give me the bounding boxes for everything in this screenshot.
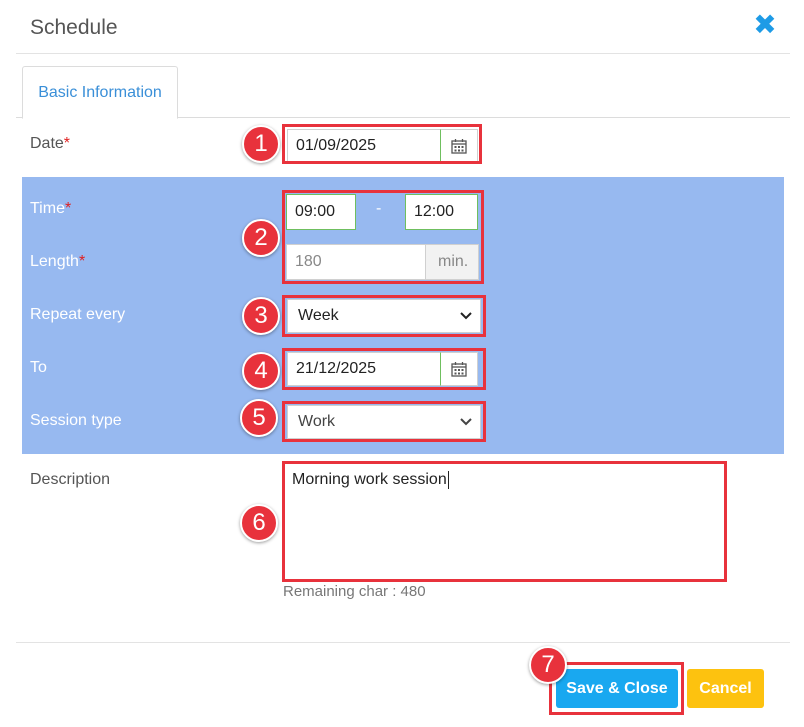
to-label: To	[30, 359, 47, 376]
date-label: Date*	[30, 135, 71, 152]
annotation-badge-3: 3	[242, 297, 280, 335]
annotation-box-1	[282, 124, 482, 164]
length-label: Length*	[30, 253, 86, 270]
repeat-label: Repeat every	[30, 306, 126, 323]
session-type-label: Session type	[30, 412, 122, 429]
annotation-box-2	[282, 190, 484, 284]
annotation-badge-7: 7	[529, 646, 567, 684]
annotation-badge-6: 6	[240, 504, 278, 542]
annotation-badge-4: 4	[242, 352, 280, 390]
time-label: Time*	[30, 200, 72, 217]
annotation-box-4	[282, 348, 486, 390]
annotation-box-7	[549, 662, 684, 715]
description-label: Description	[30, 471, 111, 488]
annotation-box-6	[282, 461, 727, 582]
annotation-badge-1: 1	[242, 125, 280, 163]
annotation-badge-5: 5	[240, 399, 278, 437]
footer-divider	[16, 642, 790, 643]
close-icon[interactable]: ✖	[752, 11, 778, 39]
annotation-box-3	[282, 295, 486, 337]
dialog-title: Schedule	[30, 16, 118, 39]
tab-basic-information[interactable]: Basic Information	[22, 66, 178, 119]
tab-bar: Basic Information	[16, 66, 790, 119]
annotation-badge-2: 2	[242, 219, 280, 257]
annotation-box-5	[282, 401, 486, 442]
cancel-button[interactable]: Cancel	[687, 669, 764, 708]
remaining-chars: Remaining char : 480	[283, 583, 426, 600]
dialog-header: Schedule ✖	[16, 0, 790, 54]
